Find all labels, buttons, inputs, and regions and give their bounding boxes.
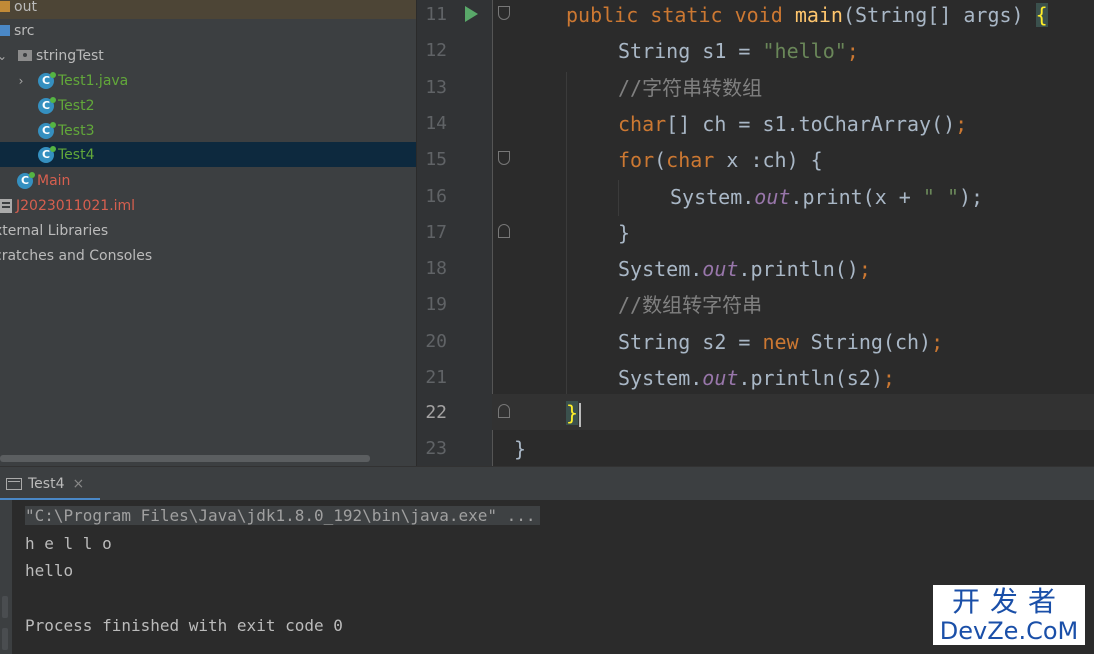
line-number: 14 — [425, 112, 447, 134]
line-number: 13 — [425, 76, 447, 98]
code-text: String s1 = "hello"; — [618, 39, 859, 64]
run-gutter-icon[interactable] — [465, 6, 478, 22]
code-line[interactable]: 23 } — [417, 432, 1094, 466]
code-text: System.out.print(x + " "); — [670, 184, 984, 209]
fold-marker-icon[interactable] — [498, 223, 510, 238]
tree-item-test2[interactable]: Test2 — [0, 93, 416, 118]
chevron-right-icon[interactable]: › — [15, 74, 27, 88]
tree-item-main[interactable]: Main — [0, 168, 416, 193]
tree-item-iml[interactable]: J2023011021.iml — [0, 193, 416, 218]
project-tree-panel: out src ⌄ stringTest › Test1.java Test2 … — [0, 0, 416, 466]
tree-item-test3[interactable]: Test3 — [0, 118, 416, 143]
watermark-logo: 开发者 DevZe.CoM — [933, 585, 1085, 645]
code-text: char[] ch = s1.toCharArray(); — [618, 111, 968, 136]
close-icon[interactable]: × — [72, 476, 84, 492]
line-number: 20 — [425, 330, 447, 352]
tree-item-external-libraries[interactable]: xternal Libraries — [0, 218, 416, 243]
console-toolbar — [0, 500, 12, 654]
console-output[interactable]: "C:\Program Files\Java\jdk1.8.0_192\bin\… — [0, 500, 1094, 654]
line-number: 19 — [425, 294, 447, 316]
code-text: System.out.println(s2); — [618, 366, 895, 390]
code-comment: //字符串转数组 — [618, 75, 763, 100]
code-line[interactable]: 15 for(char x :ch) { — [417, 145, 1094, 181]
line-number: 12 — [425, 40, 447, 62]
run-tab-test4[interactable]: Test4 × — [0, 467, 95, 501]
console-line: hello — [25, 561, 74, 580]
code-comment: //数组转字符串 — [618, 293, 763, 318]
fold-marker-icon[interactable] — [498, 404, 510, 418]
fold-marker-icon[interactable] — [498, 6, 510, 20]
console-line: "C:\Program Files\Java\jdk1.8.0_192\bin\… — [25, 506, 540, 525]
line-number: 17 — [425, 221, 447, 243]
code-text: System.out.println(); — [618, 257, 871, 282]
tree-item-out[interactable]: out — [0, 0, 416, 19]
current-code-line[interactable]: 22 } — [417, 394, 1094, 431]
code-text: String s2 = new String(ch); — [618, 329, 944, 354]
source-folder-icon — [0, 25, 10, 36]
line-number: 23 — [425, 438, 447, 459]
text-caret — [579, 402, 582, 427]
code-editor[interactable]: 11 public static void main(String[] args… — [417, 0, 1094, 466]
java-class-icon — [38, 121, 56, 139]
code-line[interactable]: 19 //数组转字符串 — [417, 290, 1094, 326]
code-line[interactable]: 18 System.out.println(); — [417, 254, 1094, 290]
tree-item-test1[interactable]: › Test1.java — [0, 68, 416, 93]
module-file-icon — [0, 198, 12, 213]
line-number: 21 — [425, 367, 447, 388]
code-text: } — [514, 398, 582, 428]
java-class-icon — [17, 171, 35, 189]
watermark-bottom-text: DevZe.CoM — [939, 617, 1079, 645]
chevron-down-icon[interactable]: ⌄ — [0, 49, 8, 63]
run-tool-window-header: Test4 × — [0, 466, 1094, 501]
code-text: for(char x :ch) { — [618, 148, 823, 173]
fold-marker-icon[interactable] — [498, 151, 510, 166]
code-line[interactable]: 12 String s1 = "hello"; — [417, 36, 1094, 72]
line-number: 16 — [425, 185, 447, 207]
horizontal-scrollbar[interactable] — [0, 455, 370, 462]
console-line: h e l l o — [25, 534, 112, 553]
toolbar-button[interactable] — [2, 596, 8, 618]
tree-item-test4[interactable]: Test4 — [0, 142, 416, 167]
tree-item-src[interactable]: src — [0, 18, 416, 43]
code-line[interactable]: 13 //字符串转数组 — [417, 73, 1094, 109]
tree-item-stringtest[interactable]: ⌄ stringTest — [0, 43, 416, 68]
java-class-icon — [38, 96, 56, 114]
console-line: Process finished with exit code 0 — [25, 616, 343, 635]
code-text: } — [618, 220, 631, 245]
line-number: 18 — [425, 258, 447, 280]
line-number: 15 — [425, 149, 447, 171]
code-line[interactable]: 20 String s2 = new String(ch); — [417, 327, 1094, 363]
console-icon — [6, 478, 22, 490]
line-number: 22 — [425, 402, 447, 423]
tree-item-scratches[interactable]: cratches and Consoles — [0, 243, 416, 268]
code-line[interactable]: 11 public static void main(String[] args… — [417, 0, 1094, 36]
code-text: } — [514, 437, 527, 461]
package-icon — [18, 50, 32, 61]
watermark-top-text: 开发者 — [951, 585, 1066, 618]
code-line[interactable]: 17 } — [417, 218, 1094, 254]
code-line[interactable]: 14 char[] ch = s1.toCharArray(); — [417, 109, 1094, 145]
folder-icon — [0, 1, 10, 12]
toolbar-button[interactable] — [2, 628, 8, 650]
java-class-icon — [38, 71, 56, 89]
code-line[interactable]: 16 System.out.print(x + " "); — [417, 182, 1094, 218]
code-text: public static void main(String[] args) { — [566, 3, 1048, 27]
java-class-icon — [38, 145, 56, 163]
line-number: 11 — [425, 4, 447, 25]
